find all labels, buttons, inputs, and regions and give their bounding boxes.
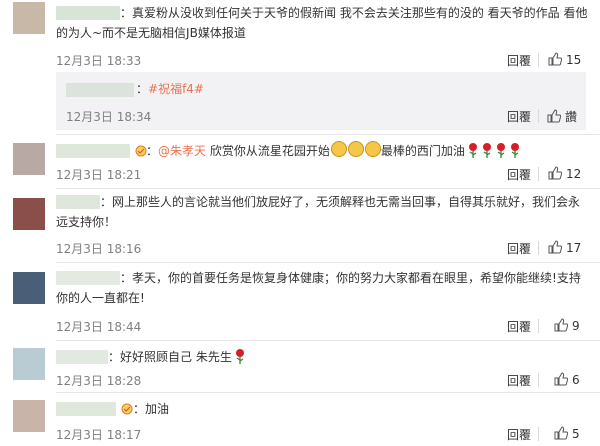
thumbs-up-icon [554, 318, 569, 332]
comment-text-part: 欣赏你从流星花园开始 [206, 144, 330, 158]
thumbs-up-icon [554, 426, 569, 440]
comment-time: 12月3日 18:33 [56, 54, 142, 68]
like-button[interactable]: 17 [548, 240, 581, 255]
colon: ： [136, 82, 149, 96]
thumbs-up-icon [548, 52, 563, 66]
hashtag-link[interactable]: #祝福f4# [148, 82, 204, 96]
comment: ：网上那些人的言论就当他们放屁好了，无须解释也无需当回事，自得其乐就好，我们会永… [0, 190, 600, 260]
comment-time: 12月3日 18:17 [56, 428, 142, 442]
divider-bar [538, 319, 539, 333]
divider-bar [538, 427, 539, 441]
comment-divider [56, 340, 600, 341]
comment-time: 12月3日 18:21 [56, 168, 142, 182]
avatar[interactable] [13, 272, 45, 304]
comment-time: 12月3日 18:16 [56, 242, 142, 256]
comment-divider [56, 262, 600, 263]
comment-time: 12月3日 18:34 [66, 110, 152, 124]
divider-bar [538, 167, 539, 181]
fan-badge-icon [121, 403, 133, 415]
avatar[interactable] [13, 348, 45, 380]
avatar[interactable] [13, 143, 45, 175]
comment: ：真爱粉从没收到任何关于天爷的假新闻 我不会去关注那些有的没的 看天爷的作品 看… [0, 0, 600, 130]
emoji-icon [364, 141, 381, 157]
rose-icon [235, 349, 244, 364]
rose-icon [496, 143, 505, 158]
divider-bar [538, 109, 539, 123]
username-redacted[interactable] [56, 144, 130, 158]
comment: ：好好照顾自己 朱先生 12月3日 18:28 回覆 6 [0, 344, 600, 392]
comment-text: ：孝天，你的首要任务是恢复身体健康；你的努力大家都看在眼里，希望你能继续!支持你… [56, 271, 581, 305]
comment-time: 12月3日 18:28 [56, 374, 142, 388]
mention-link[interactable]: @朱孝天 [158, 144, 206, 158]
like-count: 15 [566, 53, 582, 67]
thumbs-up-icon [547, 109, 562, 123]
comment-text-part: 最棒的西门加油 [380, 144, 465, 158]
like-count: 5 [572, 427, 580, 441]
emoji-icon [347, 141, 364, 157]
rose-icon [482, 143, 491, 158]
like-count: 17 [566, 241, 582, 255]
reply-button[interactable]: 回覆 [507, 166, 531, 183]
like-count: 6 [572, 373, 580, 387]
reply-button[interactable]: 回覆 [507, 318, 531, 335]
emoji-icon [330, 141, 347, 157]
divider-bar [538, 241, 539, 255]
avatar[interactable] [13, 198, 45, 230]
reply-button[interactable]: 回覆 [507, 372, 531, 389]
like-button[interactable]: 讚 [547, 108, 577, 125]
comment-divider [56, 134, 600, 135]
comment-text: ：加油 [133, 402, 170, 416]
nested-reply: ：#祝福f4# 12月3日 18:34 回覆 讚 [56, 72, 586, 130]
comment: ：加油 12月3日 18:17 回覆 5 [0, 396, 600, 446]
like-button[interactable]: 6 [554, 372, 580, 387]
like-count: 12 [566, 167, 582, 181]
comment-text: ：网上那些人的言论就当他们放屁好了，无须解释也无需当回事，自得其乐就好，我们会永… [56, 195, 581, 229]
avatar[interactable] [13, 2, 45, 34]
thumbs-up-icon [554, 372, 569, 386]
comment-text-part: ：好好照顾自己 朱先生 [108, 350, 232, 364]
comment-divider [56, 392, 600, 393]
comment-text: ：真爱粉从没收到任何关于天爷的假新闻 我不会去关注那些有的没的 看天爷的作品 看… [56, 6, 588, 40]
like-count: 9 [572, 319, 580, 333]
like-button[interactable]: 5 [554, 426, 580, 441]
reply-button[interactable]: 回覆 [507, 52, 531, 69]
like-button[interactable]: 12 [548, 166, 581, 181]
comment-text: ：@朱孝天 欣赏你从流星花园开始 最棒的西门加油 [146, 141, 586, 161]
comment-divider [56, 188, 600, 189]
rose-icon [510, 143, 519, 158]
divider-bar [538, 373, 539, 387]
like-button[interactable]: 9 [554, 318, 580, 333]
thumbs-up-icon [548, 166, 563, 180]
reply-button[interactable]: 回覆 [507, 426, 531, 443]
divider-bar [538, 53, 539, 67]
reply-button[interactable]: 回覆 [507, 108, 531, 125]
thumbs-up-icon [548, 240, 563, 254]
like-label: 讚 [565, 110, 578, 124]
username-redacted[interactable] [56, 402, 116, 416]
comment-text: ：好好照顾自己 朱先生 [56, 347, 588, 367]
like-button[interactable]: 15 [548, 52, 581, 67]
rose-icon [468, 143, 477, 158]
avatar[interactable] [13, 400, 45, 432]
nested-reply-text-line: ：#祝福f4# [136, 79, 204, 99]
reply-button[interactable]: 回覆 [507, 240, 531, 257]
username-redacted[interactable] [66, 83, 134, 97]
comment: ：@朱孝天 欣赏你从流星花园开始 最棒的西门加油 12月3日 18:21 回覆 1… [0, 138, 600, 188]
comment-time: 12月3日 18:44 [56, 320, 142, 334]
colon: ： [146, 144, 159, 158]
comment: ：孝天，你的首要任务是恢复身体健康；你的努力大家都看在眼里，希望你能继续!支持你… [0, 266, 600, 336]
